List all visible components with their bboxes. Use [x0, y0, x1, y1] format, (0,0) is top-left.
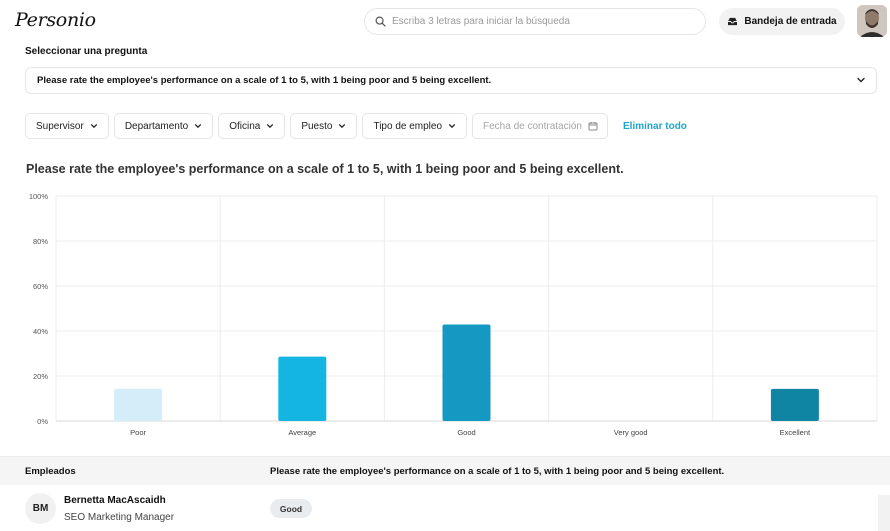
employee-name[interactable]: Bernetta MacAscaidh: [64, 495, 166, 506]
inbox-label: Bandeja de entrada: [744, 16, 837, 27]
personio-logo[interactable]: Personio: [15, 9, 96, 31]
x-tick-label: Good: [457, 428, 475, 437]
filter-label: Supervisor: [36, 120, 84, 132]
user-avatar[interactable]: [857, 5, 887, 37]
hire-date-placeholder: Fecha de contratación: [483, 120, 582, 132]
inbox-button[interactable]: Bandeja de entrada: [719, 8, 845, 35]
bar-poor: [114, 388, 163, 421]
answer-badge: Good: [270, 499, 312, 518]
y-tick-label: 20%: [33, 372, 48, 381]
filter-employment-type[interactable]: Tipo de empleo: [362, 113, 468, 139]
filter-supervisor[interactable]: Supervisor: [25, 113, 109, 139]
x-tick-label: Excellent: [780, 428, 811, 437]
bar-average: [278, 356, 327, 421]
results-bar-chart: 0% 20% 40% 60% 80% 100% Poor Average Good Very go…: [29, 192, 878, 437]
x-tick-label: Very good: [614, 428, 648, 437]
inbox-icon: [728, 17, 738, 26]
filter-label: Departamento: [124, 120, 189, 132]
search-box[interactable]: [364, 8, 706, 35]
filter-label: Oficina: [229, 120, 261, 132]
chevron-down-icon: [339, 124, 346, 129]
calendar-icon: [588, 122, 598, 131]
chevron-down-icon: [90, 124, 97, 129]
filter-position[interactable]: Puesto: [290, 113, 358, 139]
chart-title: Please rate the employee's performance o…: [26, 162, 624, 176]
chevron-down-icon: [448, 124, 456, 129]
table-header: Empleados Please rate the employee's per…: [0, 456, 890, 485]
chevron-down-icon: [195, 124, 202, 129]
top-bar: Personio Bandeja de entrada: [0, 0, 890, 44]
search-input[interactable]: [392, 16, 692, 27]
hire-date-filter[interactable]: Fecha de contratación: [472, 113, 609, 139]
clear-all-filters-link[interactable]: Eliminar todo: [623, 121, 687, 132]
y-tick-label: 40%: [33, 327, 48, 336]
chevron-down-icon: [267, 124, 274, 129]
employee-role: SEO Marketing Manager: [64, 512, 175, 523]
filter-label: Tipo de empleo: [373, 120, 443, 132]
filter-bar: Supervisor Departamento Oficina Puesto T…: [25, 113, 687, 139]
scrollbar[interactable]: [878, 495, 890, 531]
bar-good: [442, 324, 491, 421]
chevron-down-icon: [857, 77, 865, 83]
x-tick-label: Average: [288, 428, 316, 437]
y-tick-label: 80%: [33, 237, 48, 246]
y-tick-label: 60%: [33, 282, 48, 291]
filter-label: Puesto: [301, 120, 333, 132]
x-tick-label: Poor: [130, 428, 146, 437]
bar-excellent: [770, 388, 819, 421]
y-tick-label: 0%: [37, 417, 48, 426]
filter-office[interactable]: Oficina: [218, 113, 286, 139]
y-tick-label: 100%: [29, 192, 49, 201]
column-header-employees[interactable]: Empleados: [25, 466, 76, 477]
question-dropdown[interactable]: Please rate the employee's performance o…: [25, 67, 877, 94]
question-select-label: Seleccionar una pregunta: [25, 46, 148, 57]
table-row[interactable]: BM Bernetta MacAscaidh SEO Marketing Man…: [0, 485, 890, 531]
question-dropdown-value: Please rate the employee's performance o…: [37, 75, 492, 86]
filter-department[interactable]: Departamento: [113, 113, 214, 139]
employee-avatar: BM: [25, 493, 56, 524]
column-header-question[interactable]: Please rate the employee's performance o…: [270, 466, 724, 477]
search-icon: [375, 16, 386, 27]
